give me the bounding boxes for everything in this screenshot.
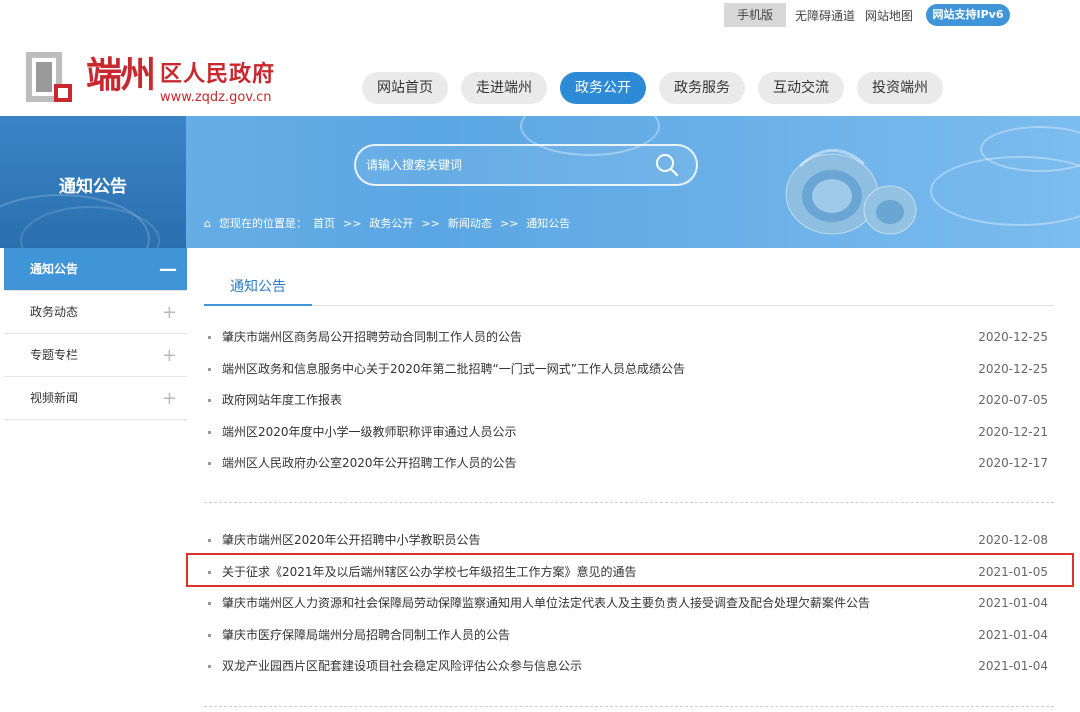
notice-date: 2020-12-08 bbox=[978, 533, 1048, 547]
sidebar-item-label: 视频新闻 bbox=[30, 391, 79, 405]
page-banner: 通知公告 ⌂ 您现在的位置是： 首页 >> 政务公开 >> 新闻动态 >> 通知公告 bbox=[0, 116, 1080, 248]
sidebar-item-label: 专题专栏 bbox=[30, 348, 79, 362]
section-title-underline bbox=[204, 304, 312, 306]
notice-title-link[interactable]: 肇庆市端州区人力资源和社会保障局劳动保障监察通知用人单位法定代表人及主要负责人接… bbox=[222, 588, 870, 620]
highlight-annotation-box bbox=[186, 553, 1074, 587]
brand-url: www.zqdz.gov.cn bbox=[160, 90, 272, 105]
sidebar: 通知公告 — 政务动态 + 专题专栏 + 视频新闻 + bbox=[4, 248, 187, 420]
breadcrumb-current[interactable]: 通知公告 bbox=[526, 217, 570, 230]
list-divider bbox=[204, 502, 1054, 503]
notice-title-link[interactable]: 端州区政务和信息服务中心关于2020年第二批招聘“一门式一网式”工作人员总成绩公… bbox=[222, 354, 685, 386]
accessibility-link[interactable]: 无障碍通道 bbox=[795, 7, 855, 24]
section-title: 通知公告 bbox=[230, 279, 286, 295]
notice-title-link[interactable]: 肇庆市端州区2020年公开招聘中小学教职员公告 bbox=[222, 525, 481, 557]
nav-item-services[interactable]: 政务服务 bbox=[659, 72, 745, 104]
list-item: 肇庆市端州区2020年公开招聘中小学教职员公告 2020-12-08 bbox=[204, 525, 1050, 557]
notice-title-link[interactable]: 端州区人民政府办公室2020年公开招聘工作人员的公告 bbox=[222, 448, 517, 480]
notice-date: 2020-12-17 bbox=[978, 456, 1048, 470]
bullet-icon bbox=[208, 336, 211, 339]
notice-list-group-2: 肇庆市端州区2020年公开招聘中小学教职员公告 2020-12-08 关于征求《2… bbox=[204, 525, 1050, 683]
sidebar-item-gov-news[interactable]: 政务动态 + bbox=[4, 291, 187, 334]
list-item: 端州区2020年度中小学一级教师职称评审通过人员公示 2020-12-21 bbox=[204, 417, 1050, 449]
notice-date: 2021-01-04 bbox=[978, 659, 1048, 673]
top-utility-bar: 手机版 无障碍通道 网站地图 网站支持IPv6 bbox=[0, 0, 1080, 30]
main-content: 通知公告 肇庆市端州区商务局公开招聘劳动合同制工作人员的公告 2020-12-25… bbox=[204, 248, 1054, 707]
inkstone-seal-icon bbox=[26, 52, 72, 102]
sidebar-item-topics[interactable]: 专题专栏 + bbox=[4, 334, 187, 377]
banner-section-title: 通知公告 bbox=[59, 177, 127, 197]
bullet-icon bbox=[208, 430, 211, 434]
site-logo[interactable]: 端州 区人民政府 www.zqdz.gov.cn bbox=[24, 46, 284, 110]
brand-calligraphy: 端州 bbox=[86, 54, 156, 96]
list-item: 端州区政务和信息服务中心关于2020年第二批招聘“一门式一网式”工作人员总成绩公… bbox=[204, 354, 1050, 386]
list-item: 肇庆市医疗保障局端州分局招聘合同制工作人员的公告 2021-01-04 bbox=[204, 620, 1050, 652]
sidebar-item-video[interactable]: 视频新闻 + bbox=[4, 377, 187, 420]
bullet-icon bbox=[208, 539, 211, 542]
search-input[interactable] bbox=[366, 152, 636, 178]
breadcrumb-separator: >> bbox=[499, 217, 519, 230]
nav-item-gov-open[interactable]: 政务公开 bbox=[560, 72, 646, 104]
notice-date: 2021-01-04 bbox=[978, 596, 1048, 610]
breadcrumb-home[interactable]: 首页 bbox=[313, 217, 335, 230]
nav-item-interaction[interactable]: 互动交流 bbox=[758, 72, 844, 104]
notice-date: 2020-12-21 bbox=[978, 424, 1048, 439]
bullet-icon bbox=[208, 399, 211, 402]
notice-date: 2021-01-04 bbox=[978, 627, 1048, 642]
breadcrumb-news[interactable]: 新闻动态 bbox=[448, 217, 492, 230]
sidebar-item-label: 通知公告 bbox=[30, 262, 79, 276]
list-item: 政府网站年度工作报表 2020-07-05 bbox=[204, 385, 1050, 417]
notice-date: 2020-12-25 bbox=[978, 361, 1048, 376]
nav-item-about[interactable]: 走进端州 bbox=[461, 72, 547, 104]
brand-name: 区人民政府 bbox=[160, 61, 276, 87]
list-item: 肇庆市端州区商务局公开招聘劳动合同制工作人员的公告 2020-12-25 bbox=[204, 322, 1050, 354]
sidebar-item-notices[interactable]: 通知公告 — bbox=[4, 248, 187, 291]
section-header: 通知公告 bbox=[204, 248, 1054, 306]
collapse-icon[interactable]: — bbox=[159, 248, 177, 291]
bullet-icon bbox=[208, 367, 211, 371]
search-icon[interactable] bbox=[654, 152, 680, 178]
search-box bbox=[354, 144, 698, 186]
ipv6-badge[interactable]: 网站支持IPv6 bbox=[926, 4, 1010, 26]
home-icon: ⌂ bbox=[204, 217, 211, 230]
list-item: 端州区人民政府办公室2020年公开招聘工作人员的公告 2020-12-17 bbox=[204, 448, 1050, 480]
breadcrumb-prefix: 您现在的位置是： bbox=[218, 217, 307, 230]
notice-title-link[interactable]: 肇庆市端州区商务局公开招聘劳动合同制工作人员的公告 bbox=[222, 322, 522, 354]
banner-section-panel: 通知公告 bbox=[0, 116, 186, 248]
notice-list-group-1: 肇庆市端州区商务局公开招聘劳动合同制工作人员的公告 2020-12-25 端州区政… bbox=[204, 322, 1050, 480]
expand-icon[interactable]: + bbox=[162, 334, 177, 377]
breadcrumb-gov-open[interactable]: 政务公开 bbox=[369, 217, 413, 230]
notice-title-link[interactable]: 肇庆市医疗保障局端州分局招聘合同制工作人员的公告 bbox=[222, 620, 510, 652]
notice-date: 2020-07-05 bbox=[978, 393, 1048, 407]
notice-title-link[interactable]: 双龙产业园西片区配套建设项目社会稳定风险评估公众参与信息公示 bbox=[222, 651, 582, 683]
sitemap-link[interactable]: 网站地图 bbox=[865, 7, 913, 24]
mobile-version-link[interactable]: 手机版 bbox=[724, 3, 786, 27]
bullet-icon bbox=[208, 462, 211, 465]
notice-date: 2020-12-25 bbox=[978, 330, 1048, 344]
bullet-icon bbox=[208, 602, 211, 605]
list-item: 双龙产业园西片区配套建设项目社会稳定风险评估公众参与信息公示 2021-01-04 bbox=[204, 651, 1050, 683]
list-divider bbox=[204, 706, 1054, 707]
bullet-icon bbox=[208, 665, 211, 668]
nav-item-home[interactable]: 网站首页 bbox=[362, 72, 448, 104]
notice-title-link[interactable]: 端州区2020年度中小学一级教师职称评审通过人员公示 bbox=[222, 417, 517, 449]
bullet-icon bbox=[208, 633, 211, 637]
breadcrumb-separator: >> bbox=[421, 217, 440, 230]
nav-item-invest[interactable]: 投资端州 bbox=[857, 72, 943, 104]
inkstone-illustration bbox=[785, 149, 917, 235]
expand-icon[interactable]: + bbox=[162, 291, 177, 334]
breadcrumb-separator: >> bbox=[342, 217, 362, 230]
expand-icon[interactable]: + bbox=[162, 377, 177, 420]
sidebar-item-label: 政务动态 bbox=[30, 305, 79, 319]
breadcrumb: ⌂ 您现在的位置是： 首页 >> 政务公开 >> 新闻动态 >> 通知公告 bbox=[204, 215, 578, 231]
list-item: 肇庆市端州区人力资源和社会保障局劳动保障监察通知用人单位法定代表人及主要负责人接… bbox=[204, 588, 1050, 620]
notice-title-link[interactable]: 政府网站年度工作报表 bbox=[222, 385, 342, 417]
